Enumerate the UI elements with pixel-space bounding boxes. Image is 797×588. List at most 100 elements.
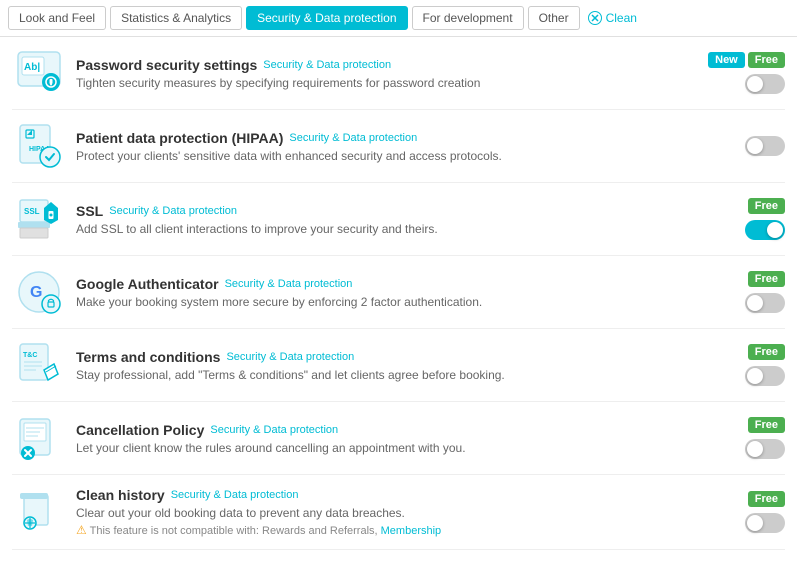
feature-desc-ssl: Add SSL to all client interactions to im… xyxy=(76,222,715,236)
feature-desc-clean-history: Clear out your old booking data to preve… xyxy=(76,506,715,520)
feature-row-ssl: SSL SSL Security & Data protection Add S… xyxy=(12,183,785,256)
badge-free-password-security: Free xyxy=(748,52,785,68)
main-container: Look and Feel Statistics & Analytics Sec… xyxy=(0,0,797,588)
feature-tag-ssl: Security & Data protection xyxy=(109,205,237,217)
toggle-cancellation[interactable] xyxy=(745,439,785,459)
badges-row-password-security: New Free xyxy=(708,52,785,68)
feature-title-row-google-auth: Google Authenticator Security & Data pro… xyxy=(76,276,715,292)
tab-bar: Look and Feel Statistics & Analytics Sec… xyxy=(0,0,797,37)
feature-right-ssl: Free xyxy=(715,198,785,240)
feature-content-ssl: SSL Security & Data protection Add SSL t… xyxy=(76,203,715,236)
feature-title-row-ssl: SSL Security & Data protection xyxy=(76,203,715,219)
x-circle-icon xyxy=(588,11,602,25)
toggle-password-security[interactable] xyxy=(745,74,785,94)
feature-content-cancellation: Cancellation Policy Security & Data prot… xyxy=(76,422,715,455)
feature-icon-google-auth: G xyxy=(12,268,66,316)
feature-title-row-hipaa: Patient data protection (HIPAA) Security… xyxy=(76,130,715,146)
warning-icon: ⚠ xyxy=(76,523,87,537)
badges-row-terms: Free xyxy=(748,344,785,360)
toggle-slider-terms xyxy=(745,366,785,386)
toggle-slider-google-auth xyxy=(745,293,785,313)
feature-right-cancellation: Free xyxy=(715,417,785,459)
toggle-terms[interactable] xyxy=(745,366,785,386)
badges-row-ssl: Free xyxy=(748,198,785,214)
feature-title-row-password-security: Password security settings Security & Da… xyxy=(76,57,708,73)
clean-tab-label: Clean xyxy=(606,11,637,25)
badge-new-password-security: New xyxy=(708,52,745,68)
tab-stats-analytics[interactable]: Statistics & Analytics xyxy=(110,6,242,30)
feature-tag-hipaa: Security & Data protection xyxy=(289,132,417,144)
feature-title-ssl: SSL xyxy=(76,203,103,219)
svg-text:Ab|: Ab| xyxy=(24,62,40,73)
feature-row-terms: T&C Terms and conditions Security & Data… xyxy=(12,329,785,402)
feature-tag-google-auth: Security & Data protection xyxy=(225,278,353,290)
svg-text:SSL: SSL xyxy=(24,207,40,216)
feature-icon-terms: T&C xyxy=(12,341,66,389)
toggle-clean-history[interactable] xyxy=(745,513,785,533)
feature-icon-ssl: SSL xyxy=(12,195,66,243)
tab-for-development[interactable]: For development xyxy=(412,6,524,30)
feature-title-row-clean-history: Clean history Security & Data protection xyxy=(76,487,715,503)
toggle-google-auth[interactable] xyxy=(745,293,785,313)
svg-text:T&C: T&C xyxy=(23,352,37,359)
feature-content-password-security: Password security settings Security & Da… xyxy=(76,57,708,90)
badge-free-google-auth: Free xyxy=(748,271,785,287)
feature-content-hipaa: Patient data protection (HIPAA) Security… xyxy=(76,130,715,163)
feature-tag-password-security: Security & Data protection xyxy=(263,59,391,71)
badges-row-google-auth: Free xyxy=(748,271,785,287)
warning-link-membership[interactable]: Membership xyxy=(381,525,442,537)
badges-row-clean-history: Free xyxy=(748,491,785,507)
feature-icon-password-security: Ab| xyxy=(12,49,66,97)
feature-row-password-security: Ab| Password security settings Security … xyxy=(12,37,785,110)
feature-desc-hipaa: Protect your clients' sensitive data wit… xyxy=(76,149,715,163)
toggle-slider-cancellation xyxy=(745,439,785,459)
feature-title-row-cancellation: Cancellation Policy Security & Data prot… xyxy=(76,422,715,438)
feature-icon-hipaa: HIPAA xyxy=(12,122,66,170)
feature-right-google-auth: Free xyxy=(715,271,785,313)
toggle-hipaa[interactable] xyxy=(745,136,785,156)
feature-right-password-security: New Free xyxy=(708,52,785,94)
feature-title-google-auth: Google Authenticator xyxy=(76,276,219,292)
feature-tag-cancellation: Security & Data protection xyxy=(210,424,338,436)
feature-tag-terms: Security & Data protection xyxy=(226,351,354,363)
feature-title-clean-history: Clean history xyxy=(76,487,165,503)
feature-icon-clean-history xyxy=(12,488,66,536)
tab-security-data[interactable]: Security & Data protection xyxy=(246,6,407,30)
svg-text:G: G xyxy=(30,284,42,301)
feature-right-terms: Free xyxy=(715,344,785,386)
toggle-slider-clean-history xyxy=(745,513,785,533)
toggle-slider-password-security xyxy=(745,74,785,94)
feature-title-password-security: Password security settings xyxy=(76,57,257,73)
feature-tag-clean-history: Security & Data protection xyxy=(171,489,299,501)
feature-warning-clean-history: ⚠ This feature is not compatible with: R… xyxy=(76,523,715,537)
feature-row-cancellation: Cancellation Policy Security & Data prot… xyxy=(12,402,785,475)
feature-title-hipaa: Patient data protection (HIPAA) xyxy=(76,130,283,146)
tab-look-feel[interactable]: Look and Feel xyxy=(8,6,106,30)
badge-free-terms: Free xyxy=(748,344,785,360)
feature-desc-google-auth: Make your booking system more secure by … xyxy=(76,295,715,309)
feature-row-google-auth: G Google Authenticator Security & Data p… xyxy=(12,256,785,329)
features-list: Ab| Password security settings Security … xyxy=(0,37,797,562)
feature-content-clean-history: Clean history Security & Data protection… xyxy=(76,487,715,537)
tab-other[interactable]: Other xyxy=(528,6,580,30)
feature-title-row-terms: Terms and conditions Security & Data pro… xyxy=(76,349,715,365)
feature-right-clean-history: Free xyxy=(715,491,785,533)
feature-row-hipaa: HIPAA Patient data protection (HIPAA) Se… xyxy=(12,110,785,183)
feature-content-google-auth: Google Authenticator Security & Data pro… xyxy=(76,276,715,309)
tab-clean[interactable]: Clean xyxy=(588,11,637,25)
badge-free-clean-history: Free xyxy=(748,491,785,507)
feature-right-hipaa xyxy=(715,136,785,156)
feature-title-terms: Terms and conditions xyxy=(76,349,220,365)
feature-desc-password-security: Tighten security measures by specifying … xyxy=(76,76,708,90)
badges-row-cancellation: Free xyxy=(748,417,785,433)
toggle-ssl[interactable] xyxy=(745,220,785,240)
feature-row-clean-history: Clean history Security & Data protection… xyxy=(12,475,785,550)
toggle-slider-ssl xyxy=(745,220,785,240)
feature-desc-cancellation: Let your client know the rules around ca… xyxy=(76,441,715,455)
feature-icon-cancellation xyxy=(12,414,66,462)
badge-free-cancellation: Free xyxy=(748,417,785,433)
feature-title-cancellation: Cancellation Policy xyxy=(76,422,204,438)
badge-free-ssl: Free xyxy=(748,198,785,214)
feature-content-terms: Terms and conditions Security & Data pro… xyxy=(76,349,715,382)
feature-desc-terms: Stay professional, add "Terms & conditio… xyxy=(76,368,715,382)
